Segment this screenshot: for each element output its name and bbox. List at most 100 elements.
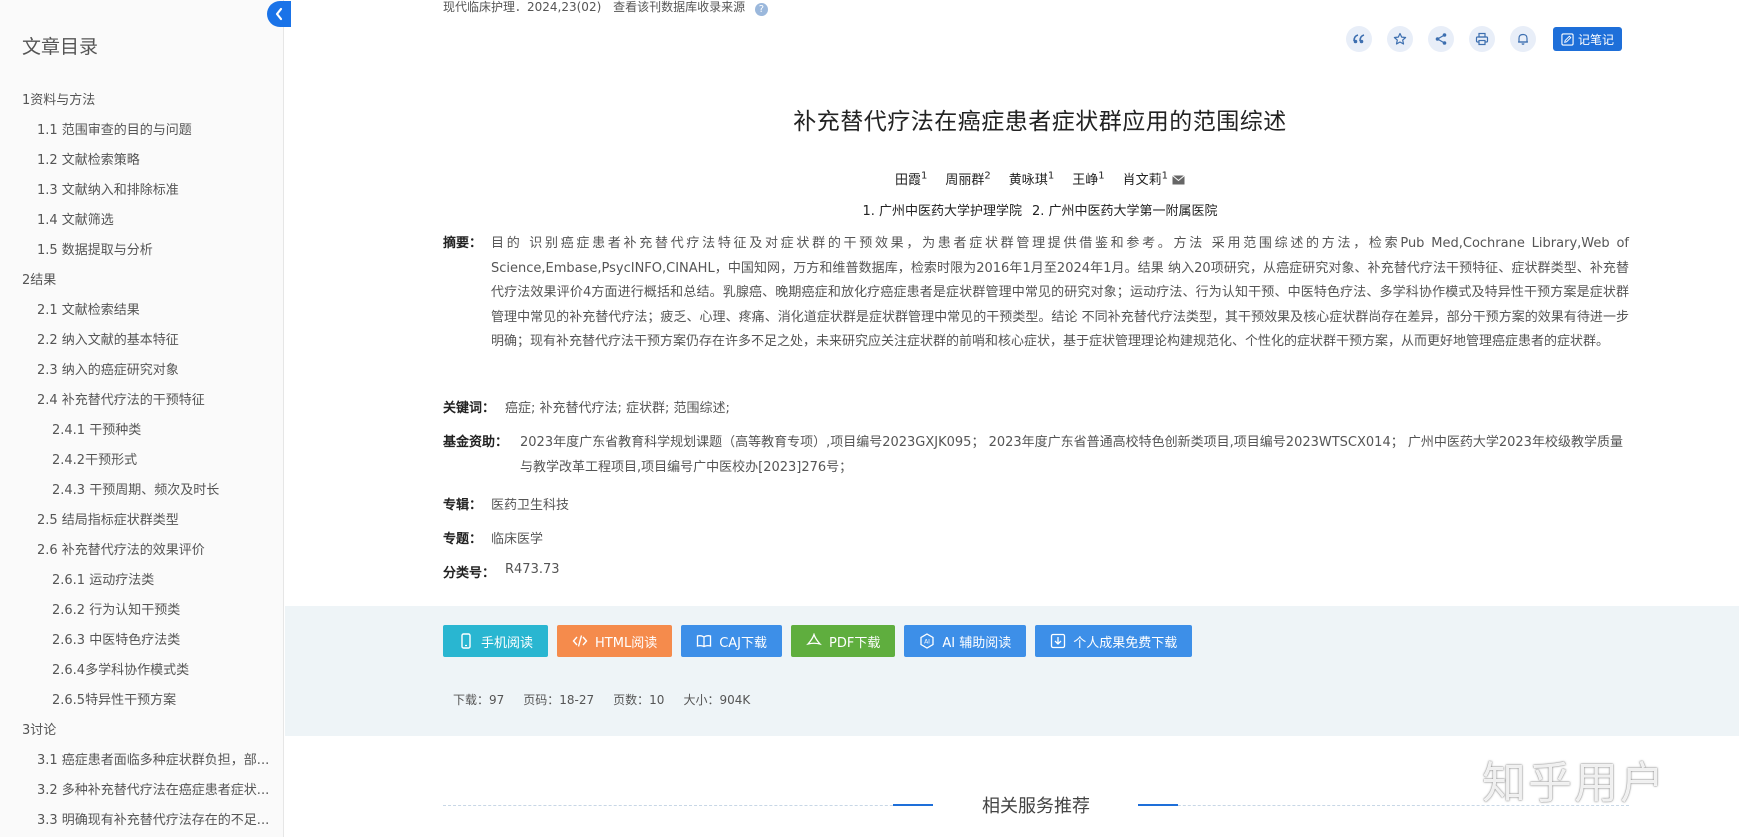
affiliation-number: 1 xyxy=(1161,170,1168,182)
sidebar-collapse-button[interactable] xyxy=(267,1,291,27)
ai-icon: AI xyxy=(920,633,934,649)
bell-icon xyxy=(1518,33,1528,45)
affiliation-number: 1 xyxy=(921,170,928,182)
share-icon xyxy=(1435,33,1447,45)
toc-item[interactable]: 2.5 结局指标症状群类型 xyxy=(0,506,283,536)
toc-item[interactable]: 1.4 文献筛选 xyxy=(0,206,283,236)
toc-item[interactable]: 3讨论 xyxy=(0,716,283,746)
download-button-label: CAJ下载 xyxy=(719,635,768,651)
toc-item[interactable]: 3.1 癌症患者面临多种症状群负担，部... xyxy=(0,746,283,776)
download-count: 下载：97 xyxy=(453,693,505,707)
toc-item[interactable]: 2.6.5特异性干预方案 xyxy=(0,686,283,716)
toc-item[interactable]: 2.6.4多学科协作模式类 xyxy=(0,656,283,686)
star-icon xyxy=(1393,32,1407,45)
abstract-text: 目的 识别癌症患者补充替代疗法特征及对症状群的干预效果，为患者症状群管理提供借鉴… xyxy=(491,236,1629,350)
pdf-icon xyxy=(806,633,822,646)
download-buttons: 手机阅读 HTML阅读 CAJ下载 PDF下载 AI AI 辅助阅读 个人成果免费下载 xyxy=(443,625,1201,657)
author-link[interactable]: 周丽群2 xyxy=(945,169,990,189)
take-note-button[interactable]: 记笔记 xyxy=(1553,27,1623,51)
toc-item[interactable]: 2.4 补充替代疗法的干预特征 xyxy=(0,386,283,416)
toc-item[interactable]: 1.3 文献纳入和排除标准 xyxy=(0,176,283,206)
download-button[interactable]: PDF下载 xyxy=(791,625,896,657)
download-button[interactable]: CAJ下载 xyxy=(681,625,783,657)
toc-sidebar: 文章目录 1资料与方法 1.1 范围审查的目的与问题 1.2 文献检索策略 1.3 文… xyxy=(0,0,284,837)
favorite-button[interactable] xyxy=(1387,26,1413,52)
cite-button[interactable] xyxy=(1346,26,1372,52)
share-button[interactable] xyxy=(1428,26,1454,52)
toc-item[interactable]: 2.4.1 干预种类 xyxy=(0,416,283,446)
download-button-label: 手机阅读 xyxy=(481,635,534,651)
classification-section: 分类号： R473.73 xyxy=(443,562,560,581)
download-button[interactable]: 手机阅读 xyxy=(443,625,549,657)
take-note-label: 记笔记 xyxy=(1578,32,1615,47)
organization-link[interactable]: 2. 广州中医药大学第一附属医院 xyxy=(1032,200,1218,219)
subscribe-button[interactable] xyxy=(1510,26,1536,52)
book-icon xyxy=(697,635,712,648)
journal-source: 现代临床护理．2024,23(02) 查看该刊数据库收录来源 ? xyxy=(443,0,768,16)
toc-item[interactable]: 3.2 多种补充替代疗法在癌症患者症状... xyxy=(0,776,283,806)
print-button[interactable] xyxy=(1469,26,1495,52)
topic-label: 专题： xyxy=(443,532,483,547)
toc-item[interactable]: 2结果 xyxy=(0,266,283,296)
toc-item[interactable]: 1.2 文献检索策略 xyxy=(0,146,283,176)
pencil-icon xyxy=(1561,32,1574,46)
toc-item[interactable]: 2.6.1 运动疗法类 xyxy=(0,566,283,596)
quote-icon xyxy=(1353,34,1365,44)
article-stats: 下载：97 页码：18-27 页数：10 大小：904K xyxy=(453,691,769,708)
author-list: 田霞1 周丽群2 黄咏琪1 王峥1 肖文莉1 xyxy=(560,169,1520,189)
toc-item[interactable]: 2.4.2干预形式 xyxy=(0,446,283,476)
topic-section: 专题： 临床医学 xyxy=(443,528,543,547)
affiliation-number: 2 xyxy=(984,170,991,182)
phone-icon xyxy=(461,633,471,649)
author-name: 肖文莉 xyxy=(1122,173,1162,188)
toc-item[interactable]: 3.3 明确现有补充替代疗法存在的不足... xyxy=(0,806,283,836)
funding-text[interactable]: 2023年度广东省教育科学规划课题（高等教育专项）,项目编号2023GXJK09… xyxy=(520,431,1629,480)
toc-item[interactable]: 2.4.3 干预周期、频次及时长 xyxy=(0,476,283,506)
download-button[interactable]: 个人成果免费下载 xyxy=(1035,625,1193,657)
toc-item[interactable]: 2.1 文献检索结果 xyxy=(0,296,283,326)
author-link[interactable]: 黄咏琪1 xyxy=(1009,169,1054,189)
abstract-label: 摘要： xyxy=(443,236,483,251)
svg-text:AI: AI xyxy=(924,639,930,646)
funding-label: 基金资助： xyxy=(443,435,509,450)
sidebar-title: 文章目录 xyxy=(22,36,99,58)
toc-item[interactable]: 1.5 数据提取与分析 xyxy=(0,236,283,266)
help-icon[interactable]: ? xyxy=(754,3,768,16)
author-link[interactable]: 王峥1 xyxy=(1072,169,1104,189)
download-button[interactable]: HTML阅读 xyxy=(557,625,673,657)
author-name: 王峥 xyxy=(1072,173,1099,188)
toc-item[interactable]: 2.6.3 中医特色疗法类 xyxy=(0,626,283,656)
album-section: 专辑： 医药卫生科技 xyxy=(443,494,569,513)
album-text: 医药卫生科技 xyxy=(491,498,570,513)
article-toolbar: 记笔记 xyxy=(1346,26,1623,52)
topic-text: 临床医学 xyxy=(491,532,544,547)
download-button-label: HTML阅读 xyxy=(595,635,658,651)
mail-icon[interactable] xyxy=(1172,174,1185,189)
related-heading: 相关服务推荐 xyxy=(982,796,1090,817)
organization-link[interactable]: 1. 广州中医药大学护理学院 xyxy=(862,200,1022,219)
funding-section: 基金资助： 2023年度广东省教育科学规划课题（高等教育专项）,项目编号2023… xyxy=(443,431,1629,480)
author-link[interactable]: 田霞1 xyxy=(895,169,927,189)
keywords-text[interactable]: 癌症; 补充替代疗法; 症状群; 范围综述; xyxy=(505,397,730,416)
toc-item[interactable]: 2.3 纳入的癌症研究对象 xyxy=(0,356,283,386)
author-name: 黄咏琪 xyxy=(1008,173,1048,188)
toc-item[interactable]: 2.2 纳入文献的基本特征 xyxy=(0,326,283,356)
classification-text: R473.73 xyxy=(505,562,560,577)
code-icon xyxy=(572,635,588,647)
toc-item[interactable]: 1资料与方法 xyxy=(0,86,283,116)
download-button[interactable]: AI AI 辅助阅读 xyxy=(904,625,1027,657)
organization-list: 1. 广州中医药大学护理学院 2. 广州中医药大学第一附属医院 xyxy=(560,200,1520,219)
toc-item[interactable]: 1.1 范围审查的目的与问题 xyxy=(0,116,283,146)
author-link[interactable]: 肖文莉1 xyxy=(1123,169,1185,189)
download-icon xyxy=(1051,633,1066,649)
related-services: 相关服务推荐 xyxy=(443,778,1629,817)
chevron-left-icon xyxy=(275,7,283,21)
print-icon xyxy=(1475,32,1489,46)
journal-citation[interactable]: 现代临床护理．2024,23(02) xyxy=(443,0,601,14)
file-size: 大小：904K xyxy=(683,693,751,707)
toc-item[interactable]: 2.6 补充替代疗法的效果评价 xyxy=(0,536,283,566)
journal-database-link[interactable]: 查看该刊数据库收录来源 xyxy=(613,0,745,14)
download-panel: 手机阅读 HTML阅读 CAJ下载 PDF下载 AI AI 辅助阅读 个人成果免费下载 下载… xyxy=(285,606,1739,736)
author-name: 田霞 xyxy=(895,173,922,188)
toc-item[interactable]: 2.6.2 行为认知干预类 xyxy=(0,596,283,626)
